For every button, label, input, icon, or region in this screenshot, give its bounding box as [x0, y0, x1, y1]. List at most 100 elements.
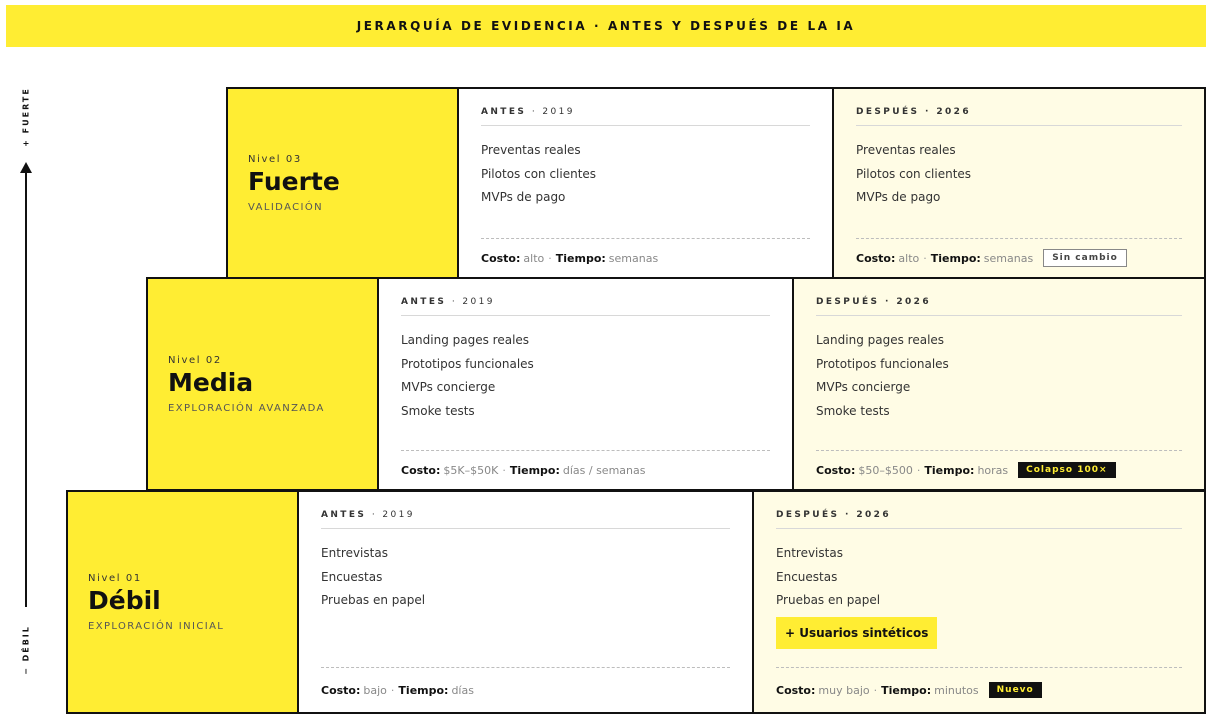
cost-time-line: Costo: alto · Tiempo: semanas	[481, 238, 810, 277]
cost-time-line: Costo: $50–$500 · Tiempo: horas Colapso …	[816, 450, 1182, 489]
cost-time-line: Costo: $5K–$50K · Tiempo: días / semanas	[401, 450, 770, 489]
time-value: minutos	[934, 683, 979, 697]
time-key: Tiempo:	[930, 251, 981, 265]
evidence-list: Entrevistas Encuestas Pruebas en papel +…	[776, 543, 1182, 649]
panel-heading-year: · 2026	[924, 107, 971, 117]
separator: ·	[916, 463, 921, 477]
list-item: Landing pages reales	[401, 333, 530, 347]
time-key: Tiempo:	[509, 463, 560, 477]
separator: ·	[923, 251, 927, 265]
list-item: Pilotos con clientes	[856, 166, 972, 181]
cost-time-line: Costo: alto · Tiempo: semanas Sin cambio	[856, 238, 1182, 277]
list-item: Smoke tests	[401, 403, 475, 418]
list-item: Prototipos funcionales	[816, 356, 949, 371]
panel-heading: DESPUÉS · 2026	[856, 107, 1182, 126]
highlight-chip: + Usuarios sintéticos	[776, 616, 938, 649]
panel-heading-year: · 2019	[451, 297, 495, 307]
panel-heading-label: DESPUÉS	[856, 107, 920, 117]
evidence-list: Entrevistas Encuestas Pruebas en papel	[321, 543, 730, 614]
separator: ·	[548, 251, 552, 265]
cost-value: alto	[523, 251, 545, 265]
list-item: Preventas reales	[481, 143, 581, 157]
cost-value: muy bajo	[818, 683, 870, 697]
panel-heading-label: ANTES	[321, 510, 367, 520]
highlight-item: + Usuarios sintéticos	[776, 616, 1182, 649]
separator: ·	[873, 683, 878, 697]
panel-heading-year: · 2026	[884, 297, 931, 307]
separator: ·	[390, 683, 395, 697]
evidence-list: Landing pages reales Prototipos funciona…	[401, 330, 770, 424]
panel-heading-label: DESPUÉS	[776, 510, 840, 520]
header-banner: JERARQUÍA DE EVIDENCIA · ANTES Y DESPUÉS…	[6, 5, 1206, 47]
panel-heading: ANTES · 2019	[401, 297, 770, 316]
cost-key: Costo:	[856, 251, 896, 265]
level-subtitle: VALIDACIÓN	[248, 201, 324, 213]
evidence-list: Preventas reales Pilotos con clientes MV…	[856, 140, 1182, 211]
time-key: Tiempo:	[924, 463, 975, 477]
time-value: días	[451, 683, 474, 697]
list-item: MVPs concierge	[816, 380, 911, 394]
cost-value: bajo	[363, 683, 387, 697]
panel-after-fuerte: DESPUÉS · 2026 Preventas reales Pilotos …	[832, 89, 1204, 277]
time-key: Tiempo:	[555, 251, 606, 265]
panel-heading-year: · 2026	[844, 510, 891, 520]
time-value: horas	[977, 463, 1009, 477]
cost-value: $50–$500	[858, 463, 913, 477]
panel-before-fuerte: ANTES · 2019 Preventas reales Pilotos co…	[459, 89, 832, 277]
list-item: MVPs concierge	[401, 380, 496, 394]
cost-key: Costo:	[816, 463, 856, 477]
cost-key: Costo:	[401, 463, 441, 477]
level-card-fuerte: Nivel 03 Fuerte VALIDACIÓN	[228, 89, 459, 277]
panel-heading-label: ANTES	[401, 297, 447, 307]
list-item: Encuestas	[321, 569, 383, 584]
axis-bottom-label: − DÉBIL	[21, 625, 31, 675]
level-name: Fuerte	[248, 166, 340, 196]
level-name: Media	[168, 367, 254, 397]
panel-heading: DESPUÉS · 2026	[816, 297, 1182, 316]
time-value: días / semanas	[562, 463, 646, 477]
time-key: Tiempo:	[398, 683, 449, 697]
time-value: semanas	[983, 251, 1034, 265]
list-item: Preventas reales	[856, 143, 956, 157]
cost-key: Costo:	[481, 251, 521, 265]
level-subtitle: EXPLORACIÓN AVANZADA	[168, 402, 325, 414]
list-item: Landing pages reales	[816, 333, 945, 347]
panel-heading-label: ANTES	[481, 107, 527, 117]
panel-heading-year: · 2019	[531, 107, 575, 117]
panel-after-media: DESPUÉS · 2026 Landing pages reales Prot…	[792, 279, 1204, 489]
level-row-media: Nivel 02 Media EXPLORACIÓN AVANZADA ANTE…	[146, 277, 1206, 491]
level-kicker: Nivel 01	[88, 572, 142, 584]
list-item: Prototipos funcionales	[401, 356, 534, 371]
list-item: Encuestas	[776, 569, 838, 584]
list-item: Smoke tests	[816, 403, 890, 418]
cost-key: Costo:	[321, 683, 361, 697]
level-row-fuerte: Nivel 03 Fuerte VALIDACIÓN ANTES · 2019 …	[226, 87, 1206, 279]
list-item: MVPs de pago	[856, 190, 941, 204]
level-row-debil: Nivel 01 Débil EXPLORACIÓN INICIAL ANTES…	[66, 490, 1206, 714]
level-name: Débil	[88, 585, 161, 615]
panel-before-debil: ANTES · 2019 Entrevistas Encuestas Prueb…	[299, 492, 752, 712]
time-key: Tiempo:	[881, 683, 932, 697]
axis-line	[25, 170, 27, 607]
level-card-debil: Nivel 01 Débil EXPLORACIÓN INICIAL	[68, 492, 299, 712]
cost-key: Costo:	[776, 683, 816, 697]
page-title: JERARQUÍA DE EVIDENCIA · ANTES Y DESPUÉS…	[356, 19, 856, 33]
panel-heading-label: DESPUÉS	[816, 297, 880, 307]
cost-value: alto	[898, 251, 920, 265]
evidence-list: Landing pages reales Prototipos funciona…	[816, 330, 1182, 424]
level-card-media: Nivel 02 Media EXPLORACIÓN AVANZADA	[148, 279, 379, 489]
time-value: semanas	[608, 251, 659, 265]
cost-value: $5K–$50K	[443, 463, 499, 477]
list-item: Entrevistas	[776, 546, 843, 560]
status-badge: Colapso 100×	[1018, 462, 1116, 478]
cost-time-line: Costo: bajo · Tiempo: días	[321, 667, 730, 712]
panel-heading: DESPUÉS · 2026	[776, 510, 1182, 529]
panel-before-media: ANTES · 2019 Landing pages reales Protot…	[379, 279, 792, 489]
list-item: Entrevistas	[321, 546, 388, 560]
level-subtitle: EXPLORACIÓN INICIAL	[88, 620, 225, 632]
list-item: Pruebas en papel	[776, 593, 881, 607]
axis-top-label: + FUERTE	[21, 87, 31, 147]
level-kicker: Nivel 03	[248, 153, 302, 165]
status-badge: Sin cambio	[1043, 249, 1127, 267]
list-item: MVPs de pago	[481, 190, 566, 204]
